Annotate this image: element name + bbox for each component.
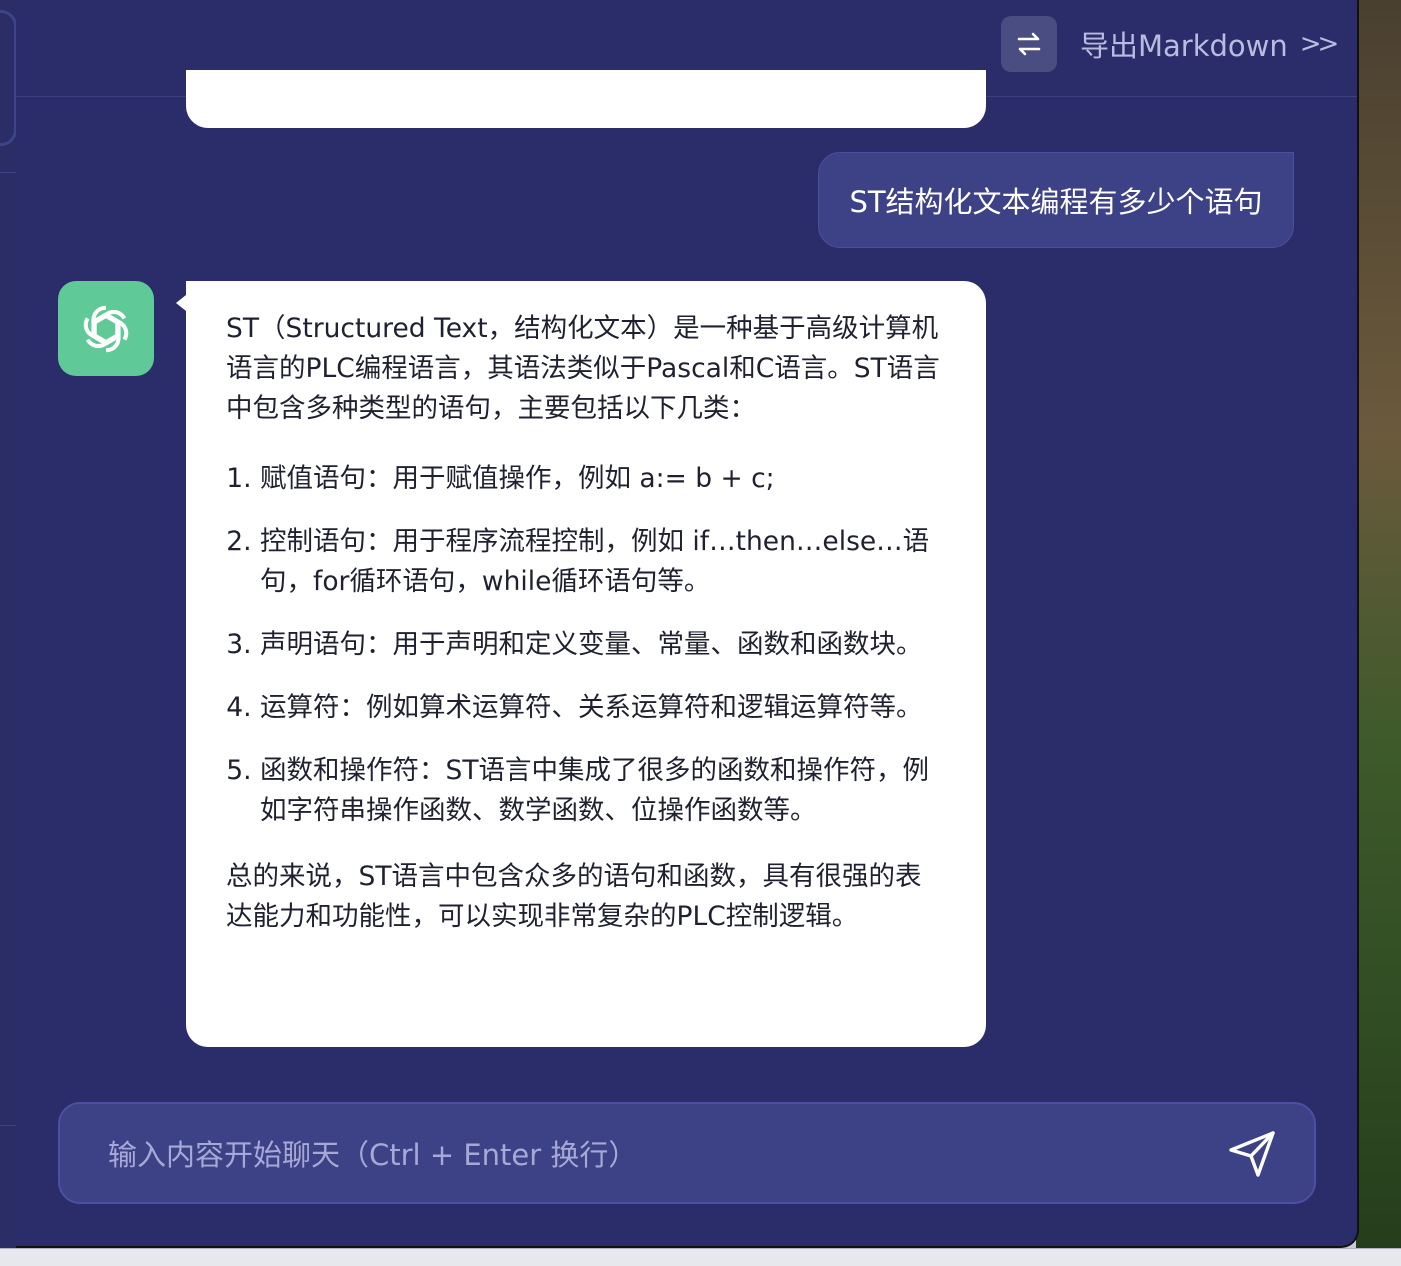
list-item: 函数和操作符：ST语言中集成了很多的函数和操作符，例如字符串操作函数、数学函数、… bbox=[260, 751, 946, 831]
logo-fragment bbox=[0, 10, 17, 146]
previous-message-bubble bbox=[186, 70, 986, 128]
list-item: 赋值语句：用于赋值操作，例如 a:= b + c; bbox=[260, 459, 946, 499]
export-label: 导出Markdown bbox=[1080, 29, 1288, 63]
user-message-bubble: ST结构化文本编程有多少个语句 bbox=[818, 152, 1294, 248]
send-button[interactable] bbox=[1226, 1128, 1278, 1180]
bottom-edge bbox=[0, 1248, 1401, 1266]
assistant-message-bubble: ST（Structured Text，结构化文本）是一种基于高级计算机语言的PL… bbox=[176, 281, 986, 1047]
assistant-avatar bbox=[58, 281, 154, 376]
swap-button[interactable] bbox=[1001, 16, 1057, 72]
list-item: 声明语句：用于声明和定义变量、常量、函数和函数块。 bbox=[260, 625, 946, 665]
list-item: 运算符：例如算术运算符、关系运算符和逻辑运算符等。 bbox=[260, 688, 946, 728]
swap-arrows-icon bbox=[1017, 32, 1041, 56]
divider bbox=[0, 172, 16, 173]
divider bbox=[0, 1125, 16, 1126]
chat-input-box bbox=[58, 1102, 1316, 1204]
export-markdown-link[interactable]: 导出Markdown >> bbox=[1080, 24, 1340, 64]
chat-window: 导出Markdown >> ST结构化文本编程有多少个语句 ST（Structu… bbox=[16, 0, 1359, 1248]
chevron-right-icon: >> bbox=[1299, 29, 1340, 59]
openai-logo-icon bbox=[83, 305, 129, 352]
chat-input[interactable] bbox=[106, 1130, 1210, 1180]
sidebar-edge bbox=[0, 0, 17, 1248]
statement-list: 赋值语句：用于赋值操作，例如 a:= b + c; 控制语句：用于程序流程控制，… bbox=[226, 459, 946, 831]
assistant-summary: 总的来说，ST语言中包含众多的语句和函数，具有很强的表达能力和功能性，可以实现非… bbox=[226, 861, 922, 932]
user-message-text: ST结构化文本编程有多少个语句 bbox=[849, 185, 1263, 219]
send-icon bbox=[1229, 1131, 1275, 1177]
desktop-wallpaper bbox=[1356, 0, 1401, 1248]
list-item: 控制语句：用于程序流程控制，例如 if…then…else…语句，for循环语句… bbox=[260, 522, 946, 602]
assistant-intro: ST（Structured Text，结构化文本）是一种基于高级计算机语言的PL… bbox=[226, 313, 940, 424]
